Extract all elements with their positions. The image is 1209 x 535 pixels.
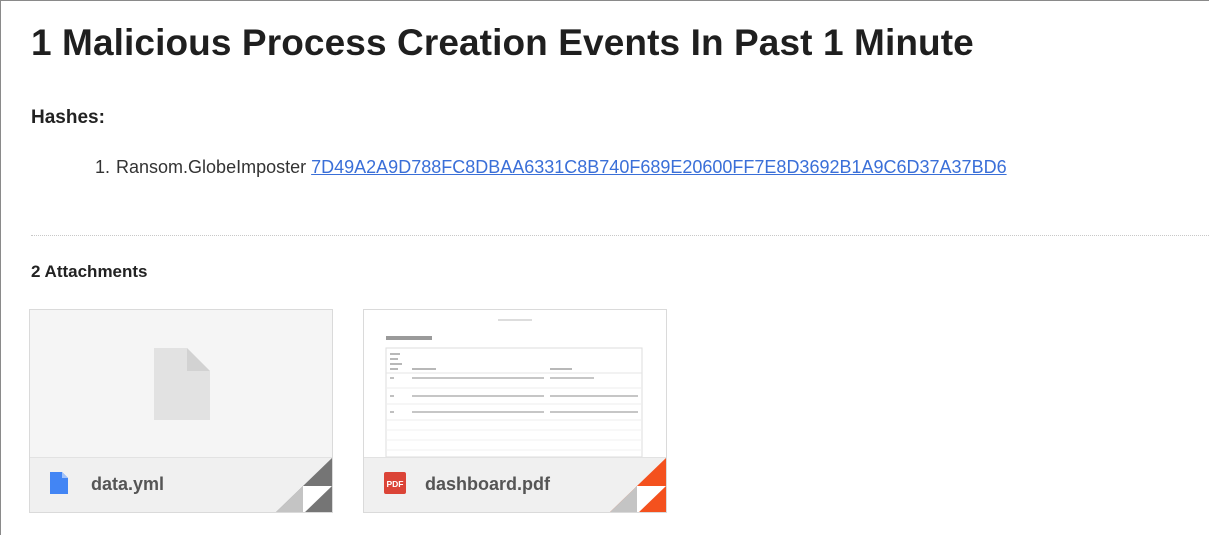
attachment-footer: data.yml — [30, 457, 332, 512]
attachments-heading: 2 Attachments — [31, 262, 148, 281]
hash-list: 1. Ransom.GlobeImposter 7D49A2A9D788FC8DB… — [95, 157, 1007, 178]
attachment-card-data-yml[interactable]: data.yml — [29, 309, 333, 513]
attachment-name: dashboard.pdf — [425, 474, 550, 494]
attachment-thumbnail — [364, 310, 666, 458]
attachment-footer: PDF dashboard.pdf — [364, 457, 666, 512]
attachment-name: data.yml — [91, 474, 165, 494]
hash-item-name: Ransom.GlobeImposter — [116, 157, 307, 177]
page-fold-icon — [276, 458, 332, 512]
hash-list-item: 1. Ransom.GlobeImposter 7D49A2A9D788FC8DB… — [95, 157, 1007, 178]
pdf-icon: PDF — [384, 472, 406, 494]
attachment-card-dashboard-pdf[interactable]: PDF dashboard.pdf — [363, 309, 667, 513]
attachment-thumbnail — [30, 310, 332, 457]
hashes-label: Hashes: — [31, 107, 105, 128]
page-title: 1 Malicious Process Creation Events In P… — [31, 22, 974, 63]
hash-link[interactable]: 7D49A2A9D788FC8DBAA6331C8B740F689E20600F… — [311, 157, 1006, 177]
pdf-icon-label: PDF — [387, 479, 404, 489]
hash-item-number: 1. — [95, 157, 111, 177]
pdf-page-preview — [364, 310, 666, 458]
file-placeholder-icon — [154, 348, 210, 420]
page-fold-icon — [610, 458, 666, 512]
document-icon — [50, 472, 68, 494]
divider — [31, 235, 1209, 236]
